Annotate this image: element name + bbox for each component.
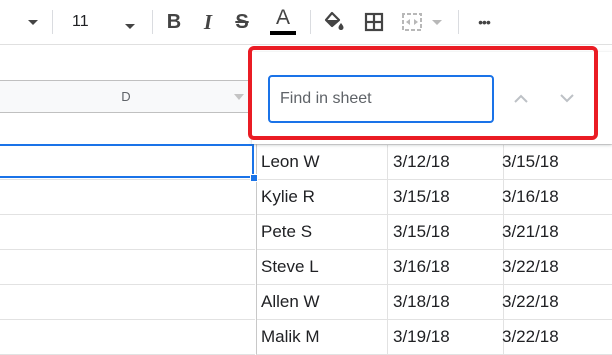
grid-cell[interactable] [0,284,255,320]
grid-cell[interactable]: 3/15/18 [387,179,504,215]
merge-cells-icon [402,13,422,31]
grid-cell[interactable] [0,214,255,250]
grid-cell[interactable] [0,179,255,215]
table-row: Malik M 3/19/18 3/22/18 [0,319,612,355]
text-color-swatch [270,31,296,35]
grid-cell[interactable]: Steve L [256,249,388,285]
grid-cell[interactable]: 3/15/18 [387,214,504,250]
merge-dropdown-icon[interactable] [428,14,446,32]
table-row: Steve L 3/16/18 3/22/18 [0,249,612,285]
table-row: Allen W 3/18/18 3/22/18 [0,284,612,320]
strikethrough-icon: S [235,10,249,33]
grid-cell[interactable]: 3/21/18 [498,214,612,250]
grid-cell[interactable]: Leon W [256,144,388,180]
grid-cell[interactable] [0,319,255,355]
bold-button[interactable]: B [160,8,188,36]
text-color-icon: A [275,6,290,29]
grid-cell[interactable]: 3/16/18 [387,249,504,285]
fill-color-button[interactable] [320,8,348,36]
selected-cell-outline [0,144,254,178]
toolbar: 11 B I S A ••• [0,0,612,44]
font-size-dropdown[interactable]: 11 [60,8,144,36]
grid-cell[interactable]: Pete S [256,214,388,250]
borders-icon [364,12,384,32]
italic-button[interactable]: I [194,8,222,36]
grid-cell[interactable]: 3/22/18 [498,249,612,285]
toolbar-separator [310,10,311,34]
grid-cell[interactable]: 3/18/18 [387,284,504,320]
grid-cell[interactable]: 3/22/18 [498,284,612,320]
grid-cell[interactable]: Malik M [256,319,388,355]
bold-icon: B [166,10,182,33]
text-color-button[interactable]: A [266,4,300,38]
chevron-down-icon [124,18,136,36]
toolbar-separator [152,10,153,34]
grid-cell[interactable]: 3/19/18 [387,319,504,355]
highlight-annotation-box [248,46,598,140]
italic-icon: I [203,9,213,34]
fill-color-icon [324,11,344,30]
column-menu-icon[interactable] [232,91,246,103]
toolbar-separator [52,10,53,34]
font-size-value: 11 [72,13,89,30]
grid-cell[interactable] [0,249,255,285]
column-header-label: D [121,89,131,104]
borders-button[interactable] [360,8,388,36]
grid-cell[interactable]: 3/12/18 [387,144,504,180]
toolbar-separator [458,10,459,34]
strikethrough-button[interactable]: S [228,8,256,36]
grid-cell[interactable]: 3/22/18 [498,319,612,355]
more-button[interactable]: ••• [470,8,498,36]
table-row: Pete S 3/15/18 3/21/18 [0,214,612,250]
fill-handle[interactable] [250,174,258,182]
grid-cell[interactable]: Allen W [256,284,388,320]
grid-cell[interactable]: 3/15/18 [498,144,612,180]
column-header-d[interactable]: D [0,81,253,112]
grid-cell[interactable]: Kylie R [256,179,388,215]
merge-cells-button[interactable] [398,8,426,36]
more-icon: ••• [478,14,491,30]
table-row: Kylie R 3/15/18 3/16/18 [0,179,612,215]
dropdown-arrow-icon[interactable] [24,14,42,32]
grid-cell[interactable]: 3/16/18 [498,179,612,215]
